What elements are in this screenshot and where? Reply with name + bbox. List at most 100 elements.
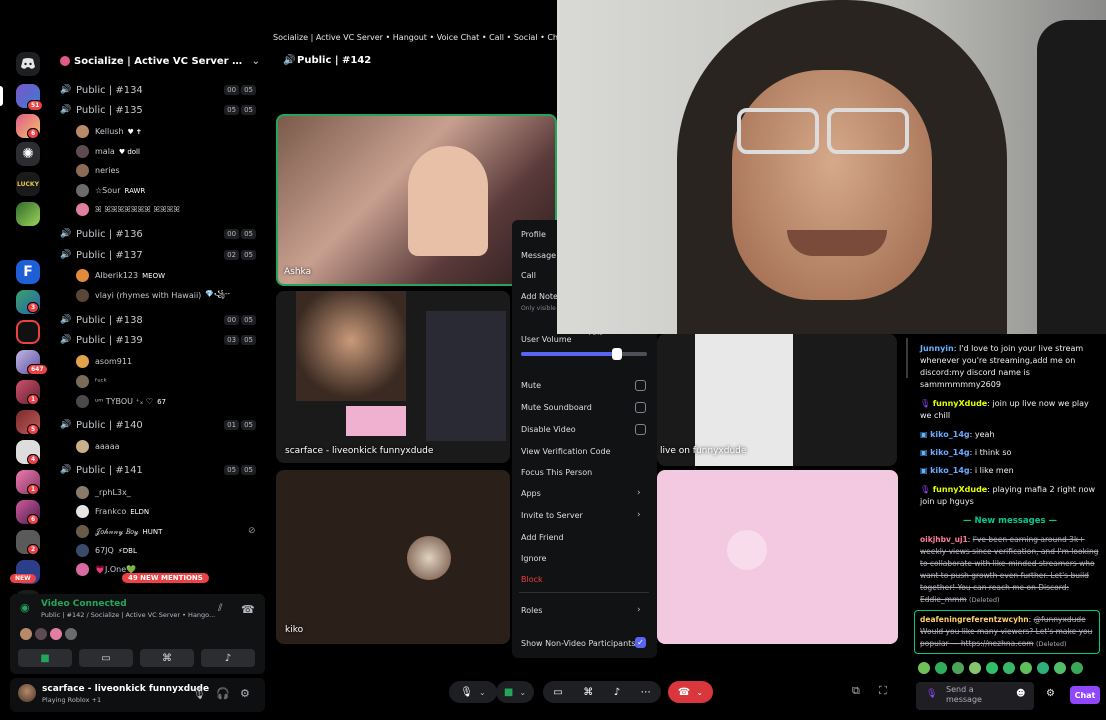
voice-channel-path[interactable]: Public | #142 / Socialize | Active VC Se… — [41, 611, 215, 619]
screen-share-icon[interactable]: ▭ — [553, 687, 562, 698]
menu-item-focus[interactable]: Focus This Person — [521, 468, 592, 477]
menu-item-apps[interactable]: Apps — [521, 489, 541, 498]
screen-share-button[interactable]: ▭ — [79, 649, 133, 667]
voice-channel[interactable]: 🔊 Public | #138 00 05 — [60, 312, 260, 328]
menu-item-ignore[interactable]: Ignore — [521, 554, 546, 563]
voice-user[interactable]: ᶠᵘᶜᵏ — [76, 374, 266, 389]
menu-item-mute[interactable]: Mute — [521, 381, 541, 390]
volume-handle[interactable] — [611, 348, 622, 360]
voice-user[interactable]: ☆Sour RAWR — [76, 183, 266, 198]
menu-item-add-note[interactable]: Add Note — [521, 292, 558, 301]
soundboard-icon[interactable]: ♪ — [614, 687, 620, 698]
menu-item-mute-soundboard[interactable]: Mute Soundboard — [521, 403, 592, 412]
menu-item-disable-video[interactable]: Disable Video — [521, 425, 576, 434]
camera-toggle-button[interactable]: ■ ⌄ — [496, 681, 534, 703]
voice-channel[interactable]: 🔊 Public | #135 05 05 — [60, 102, 260, 118]
noise-suppression-icon[interactable]: ⫽ — [218, 603, 222, 614]
emote-icon[interactable] — [952, 662, 964, 674]
chat-send-button[interactable]: Chat — [1070, 686, 1100, 704]
server-header[interactable]: Socialize | Active VC Server • Hangout .… — [52, 50, 268, 72]
disconnect-icon[interactable]: ☎ — [241, 603, 255, 616]
server-icon[interactable]: F — [16, 260, 40, 284]
menu-item-roles[interactable]: Roles — [521, 606, 542, 615]
fullscreen-icon[interactable]: ⛶ — [879, 684, 887, 698]
emoji-icon[interactable]: ☻ — [1016, 689, 1025, 699]
unread-badge: 1 — [27, 394, 40, 405]
emote-icon[interactable] — [1071, 662, 1083, 674]
video-tile-scarface[interactable] — [276, 291, 510, 463]
disable-video-checkbox[interactable] — [635, 424, 646, 435]
voice-user[interactable]: ꕤ ꕤꕤꕤꕤꕤꕤꕤ ꕤꕤꕤꕤ — [76, 202, 266, 217]
disconnect-button[interactable]: ☎ ⌄ — [668, 681, 713, 703]
emote-icon[interactable] — [918, 662, 930, 674]
server-icon[interactable]: LUCKY — [16, 172, 40, 196]
emote-icon[interactable] — [969, 662, 981, 674]
camera-button[interactable]: ■ — [18, 649, 72, 667]
voice-user[interactable]: ᵘᵐ TYBOU ⁺ₓ ♡ 67 — [76, 394, 266, 409]
video-tile-kiko[interactable] — [276, 470, 510, 644]
voice-user[interactable]: Alberik123 MEOW — [76, 268, 266, 283]
gear-icon[interactable]: ⚙ — [240, 687, 250, 700]
voice-channel[interactable]: 🔊 Public | #137 02 05 — [60, 247, 260, 263]
menu-item-invite[interactable]: Invite to Server — [521, 511, 583, 520]
hang-up-icon: ☎ — [677, 686, 691, 698]
menu-item-show-non-video[interactable]: Show Non-Video Participants — [521, 639, 635, 648]
server-icon[interactable] — [16, 202, 40, 226]
avatar[interactable] — [18, 684, 36, 702]
voice-user[interactable]: aaaaa — [76, 439, 266, 454]
tile-label: kiko — [285, 625, 304, 635]
mute-checkbox[interactable] — [635, 380, 646, 391]
new-mentions-pill[interactable]: 49 NEW MENTIONS — [122, 573, 209, 583]
menu-item-call[interactable]: Call — [521, 271, 536, 280]
unread-badge: 647 — [27, 364, 48, 375]
activity-button[interactable]: ⌘ — [140, 649, 194, 667]
volume-slider[interactable] — [521, 348, 647, 360]
menu-item-profile[interactable]: Profile — [521, 230, 546, 239]
voice-channel[interactable]: 🔊 Public | #141 05 05 — [60, 462, 260, 478]
menu-item-add-friend[interactable]: Add Friend — [521, 533, 564, 542]
gamepad-icon[interactable]: ⌘ — [583, 687, 593, 698]
chat-input[interactable]: 🎙 Send a message ☻ — [916, 682, 1034, 710]
gear-icon[interactable]: ⚙ — [1046, 688, 1055, 699]
voice-user[interactable]: asom911 — [76, 354, 266, 369]
voice-user[interactable]: 𝒥𝑜𝒽𝓃𝓃𝓎 𝐵𝑜𝓎 HUNT — [76, 524, 266, 539]
emote-icon[interactable] — [1054, 662, 1066, 674]
voice-user[interactable]: _rphL3x_ — [76, 485, 266, 500]
soundboard-button[interactable]: ♪ — [201, 649, 255, 667]
voice-user[interactable]: Frankco ELDN — [76, 504, 266, 519]
emote-icon[interactable] — [986, 662, 998, 674]
more-icon[interactable]: ⋯ — [641, 687, 651, 698]
show-non-video-checkbox[interactable]: ✓ — [635, 637, 646, 648]
discord-home-icon[interactable] — [16, 52, 40, 76]
menu-item-block[interactable]: Block — [521, 575, 543, 584]
new-badge[interactable]: NEW — [10, 574, 36, 583]
voice-channel[interactable]: 🔊 Public | #134 00 05 — [60, 82, 260, 98]
menu-item-verification-code[interactable]: View Verification Code — [521, 447, 611, 456]
voice-user[interactable]: 67JQ ⚡DBL — [76, 543, 266, 558]
voice-channel[interactable]: 🔊 Public | #140 01 05 — [60, 417, 260, 433]
video-tile-pink[interactable] — [657, 470, 898, 644]
voice-channel[interactable]: 🔊 Public | #139 03 05 — [60, 332, 260, 348]
chat-message: ▣ kiko_14g: i like men — [920, 466, 1014, 475]
server-icon[interactable] — [16, 320, 40, 344]
voice-user[interactable]: vlayi (rhymes with Hawaii) 💎꧁-- — [76, 288, 266, 303]
emote-icon[interactable] — [1003, 662, 1015, 674]
voice-channel[interactable]: 🔊 Public | #136 00 05 — [60, 226, 260, 242]
emote-icon[interactable] — [1020, 662, 1032, 674]
mic-toggle-button[interactable]: 🎙 ⌄ — [449, 681, 497, 703]
server-icon[interactable]: ✺ — [16, 142, 40, 166]
chat-scrollbar[interactable] — [906, 338, 908, 378]
menu-item-message[interactable]: Message — [521, 251, 556, 260]
voice-status[interactable]: Video Connected — [41, 599, 127, 609]
headphones-icon[interactable]: 🎧 — [216, 687, 230, 700]
voice-user[interactable]: Kellush ♥ ✝ — [76, 124, 266, 139]
voice-user[interactable]: neries — [76, 163, 266, 178]
popout-icon[interactable]: ⧉ — [852, 684, 860, 698]
voice-user[interactable]: mala ♥ doll — [76, 144, 266, 159]
emote-icon[interactable] — [935, 662, 947, 674]
webcam-overlay — [557, 0, 1106, 334]
microphone-icon[interactable]: 🎙 — [192, 687, 206, 700]
current-username[interactable]: scarface - liveonkick funnyxdude — [42, 684, 209, 694]
mute-soundboard-checkbox[interactable] — [635, 402, 646, 413]
emote-icon[interactable] — [1037, 662, 1049, 674]
